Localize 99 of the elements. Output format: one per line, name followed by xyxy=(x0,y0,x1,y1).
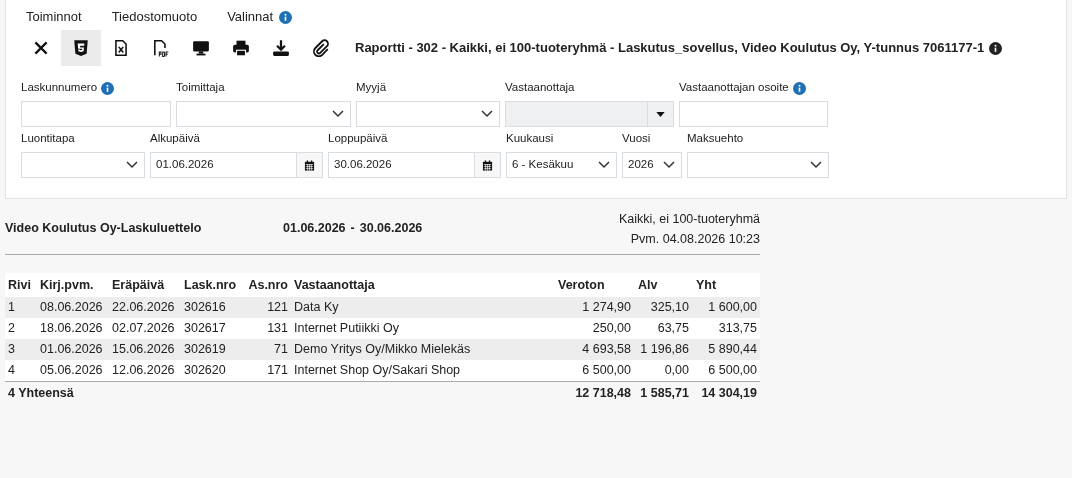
excel-file-icon xyxy=(112,39,130,57)
field-label: Maksuehto xyxy=(687,131,744,147)
report-title: Raportti - 302 - Kaikki, ei 100-tuoteryhmä - Laskutus_sovellus, Video Koulutus Oy, Y-tunnus 7061177-1 xyxy=(355,39,985,58)
total-cell: 14 304,19 xyxy=(692,381,760,405)
table-cell: 302616 xyxy=(181,297,241,318)
table-cell: 08.06.2026 xyxy=(37,297,109,318)
table-cell: 302617 xyxy=(181,318,241,339)
table-cell: 15.06.2026 xyxy=(109,339,181,360)
table-cell: 4 693,58 xyxy=(554,339,634,360)
table-cell: 63,75 xyxy=(634,318,692,339)
chevron-icon xyxy=(598,161,610,169)
table-cell: 121 xyxy=(241,297,291,318)
table-cell: 171 xyxy=(241,360,291,381)
pdf-file-icon xyxy=(152,39,170,57)
paperclip-icon xyxy=(312,39,330,57)
column-header: Veroton xyxy=(554,273,634,297)
column-header: Rivi xyxy=(5,273,37,297)
printer-icon xyxy=(232,39,250,57)
field-label: Myyjä xyxy=(356,80,387,96)
table-cell: 4 xyxy=(5,360,37,381)
table-cell: 1 600,00 xyxy=(692,297,760,318)
table-cell: 12.06.2026 xyxy=(109,360,181,381)
chevron-icon xyxy=(663,161,675,169)
table-cell: 22.06.2026 xyxy=(109,297,181,318)
table-cell: 325,10 xyxy=(634,297,692,318)
table-cell: 302619 xyxy=(181,339,241,360)
date-field[interactable]: 30.06.2026 xyxy=(328,152,501,178)
table-cell: 6 500,00 xyxy=(554,360,634,381)
table-cell: 0,00 xyxy=(634,360,692,381)
list-title: Video Koulutus Oy-Laskuluettelo xyxy=(5,220,203,237)
table-cell: 1 196,86 xyxy=(634,339,692,360)
chevron-icon xyxy=(481,110,493,118)
table-cell: 1 xyxy=(5,297,37,318)
table-cell: 05.06.2026 xyxy=(37,360,109,381)
dropdown-field[interactable]: 2026 xyxy=(622,152,682,178)
table-cell: 18.06.2026 xyxy=(37,318,109,339)
print-date: Pvm. 04.08.2026 10:23 xyxy=(630,231,760,248)
total-cell: 1 585,71 xyxy=(634,381,692,405)
table-cell: Data Ky xyxy=(291,297,554,318)
dropdown-field[interactable] xyxy=(176,101,351,127)
total-cell: 12 718,48 xyxy=(554,381,634,405)
date-separator: - xyxy=(350,220,355,237)
menu-tab[interactable]: Toiminnot xyxy=(26,7,82,27)
field-label: Vastaanottajan osoite xyxy=(679,80,789,96)
info-icon[interactable] xyxy=(989,41,1003,55)
field-label: Vuosi xyxy=(622,131,651,147)
table-cell: Demo Yritys Oy/Mikko Mielekäs xyxy=(291,339,554,360)
total-label: 4 Yhteensä xyxy=(5,381,554,405)
table-cell: 302620 xyxy=(181,360,241,381)
input-field[interactable] xyxy=(21,101,171,127)
chevron-icon xyxy=(332,110,344,118)
html-file-button[interactable] xyxy=(61,30,101,66)
field-label: Loppupäivä xyxy=(328,131,388,147)
chevron-icon xyxy=(126,161,138,169)
table-cell: Internet Shop Oy/Sakari Shop xyxy=(291,360,554,381)
table-cell: 71 xyxy=(241,339,291,360)
field-label: Laskunnumero xyxy=(21,80,98,96)
column-header: As.nro xyxy=(241,273,291,297)
column-header: Yht xyxy=(692,273,760,297)
start-date: 01.06.2026 xyxy=(283,220,346,237)
column-header: Kirj.pvm. xyxy=(37,273,109,297)
report-scope: Kaikki, ei 100-tuoteryhmä xyxy=(618,211,760,228)
calendar-icon[interactable] xyxy=(304,159,315,171)
table-cell: Internet Putiikki Oy xyxy=(291,318,554,339)
column-header: Vastaanottaja xyxy=(291,273,554,297)
date-field[interactable]: 01.06.2026 xyxy=(150,152,323,178)
caret-icon xyxy=(656,111,665,117)
dropdown-field[interactable] xyxy=(687,152,829,178)
html-file-icon xyxy=(72,39,90,57)
dropdown-field[interactable] xyxy=(356,101,500,127)
end-date: 30.06.2026 xyxy=(359,220,423,237)
column-header: Alv xyxy=(634,273,692,297)
field-label: Kuukausi xyxy=(506,131,554,147)
table-cell: 1 274,90 xyxy=(554,297,634,318)
chevron-icon xyxy=(810,161,822,169)
calendar-icon[interactable] xyxy=(482,159,493,171)
table-cell: 131 xyxy=(241,318,291,339)
table-cell: 313,75 xyxy=(692,318,760,339)
table-cell: 02.07.2026 xyxy=(109,318,181,339)
input-field[interactable] xyxy=(679,101,828,127)
monitor-icon xyxy=(192,39,210,57)
table-cell: 6 500,00 xyxy=(692,360,760,381)
table-cell: 250,00 xyxy=(554,318,634,339)
table-cell: 01.06.2026 xyxy=(37,339,109,360)
table-cell: 3 xyxy=(5,339,37,360)
menu-tab[interactable]: Tiedostomuoto xyxy=(111,7,198,27)
field-label: Toimittaja xyxy=(176,80,225,96)
close-icon xyxy=(32,39,50,57)
dropdown-field[interactable]: 6 - Kesäkuu xyxy=(506,152,617,178)
table-cell: 2 xyxy=(5,318,37,339)
field-label: Alkupäivä xyxy=(150,131,200,147)
table-cell: 5 890,44 xyxy=(692,339,760,360)
menu-tab[interactable]: Valinnat xyxy=(227,7,274,27)
column-header: Lask.nro xyxy=(181,273,241,297)
download-icon xyxy=(272,39,290,57)
dropdown-field[interactable] xyxy=(21,152,145,178)
column-header: Eräpäivä xyxy=(109,273,181,297)
field-label: Vastaanottaja xyxy=(505,80,575,96)
field-label: Luontitapa xyxy=(21,131,75,147)
